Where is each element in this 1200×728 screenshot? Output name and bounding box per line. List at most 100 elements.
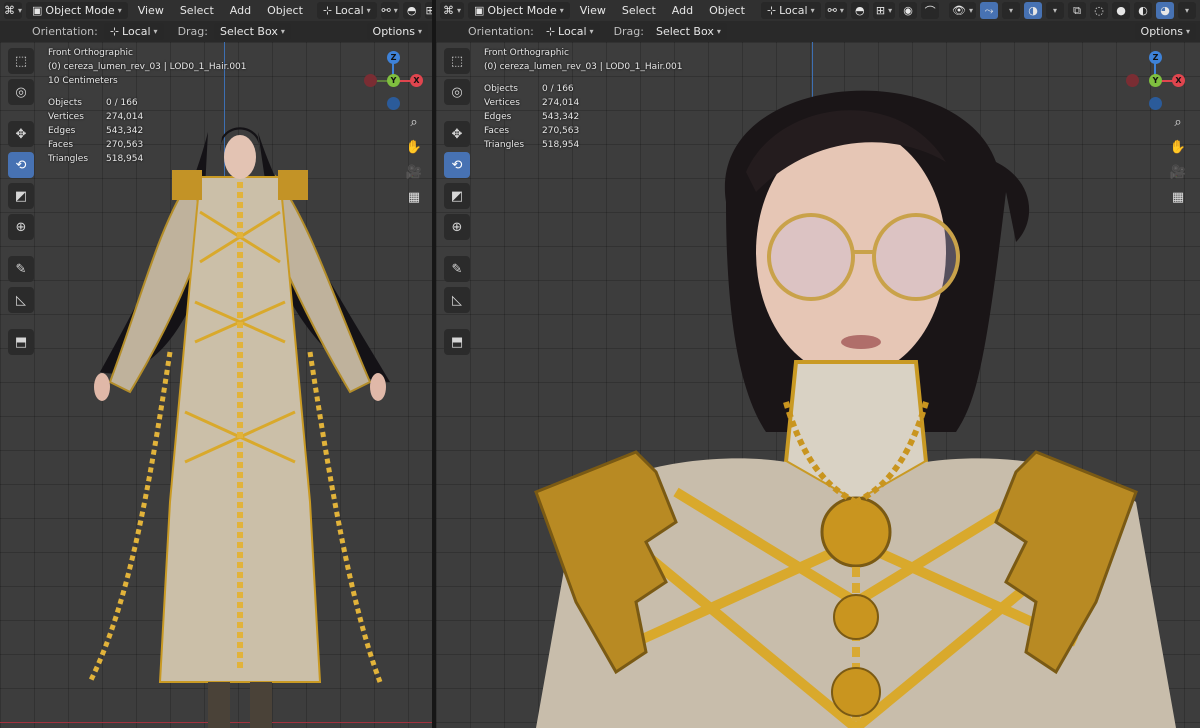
navigation-gizmo-left[interactable]: X Z Y	[358, 46, 428, 116]
transform-icon[interactable]: ⊕	[8, 214, 34, 240]
add-cube-icon[interactable]: ⬒	[444, 329, 470, 355]
gizmo-toggle[interactable]: ⤳	[980, 2, 999, 19]
pivot-button[interactable]: ⚯ ▾	[824, 2, 847, 19]
shading-dropdown[interactable]: ▾	[1178, 2, 1197, 19]
menu-view[interactable]: View	[132, 4, 170, 17]
x-axis-ball[interactable]: X	[410, 74, 423, 87]
mode-dropdown[interactable]: ▣ Object Mode ▾	[468, 2, 570, 19]
menu-select[interactable]: Select	[616, 4, 662, 17]
editor-type-button[interactable]: ⌘ ▾	[440, 2, 465, 19]
measure-icon[interactable]: ◺	[8, 287, 34, 313]
proportional-edit-toggle[interactable]: ◉	[899, 2, 918, 19]
overlay-toggle[interactable]: ◑	[1024, 2, 1043, 19]
xray-toggle[interactable]: ⧉	[1068, 2, 1087, 19]
y-axis-ball[interactable]: Y	[387, 74, 400, 87]
scale-icon[interactable]: ◩	[8, 183, 34, 209]
navigation-gizmo-right[interactable]: X Z Y	[1120, 46, 1190, 116]
select-box-icon[interactable]: ⬚	[8, 48, 34, 74]
hand-pan-icon[interactable]: ✋	[1168, 137, 1188, 157]
grid-scale: 10 Centimeters	[48, 76, 118, 86]
measure-icon[interactable]: ◺	[444, 287, 470, 313]
rotate-icon[interactable]: ⟲	[444, 152, 470, 178]
shading-material[interactable]: ◐	[1134, 2, 1153, 19]
snap-type-button[interactable]: ⊞▾	[424, 2, 432, 19]
menu-add[interactable]: Add	[666, 4, 699, 17]
x-axis-ball[interactable]: X	[1172, 74, 1185, 87]
rotate-icon[interactable]: ⟲	[8, 152, 34, 178]
drag-label: Drag:	[177, 25, 208, 38]
shading-wireframe[interactable]: ◌	[1090, 2, 1109, 19]
move-icon[interactable]: ✥	[8, 121, 34, 147]
options-dropdown[interactable]: Options ▾	[1134, 23, 1196, 40]
move-icon[interactable]: ✥	[444, 121, 470, 147]
hand-pan-icon[interactable]: ✋	[404, 137, 424, 157]
drag-dropdown[interactable]: Select Box ▾	[649, 23, 727, 40]
drag-value: Select Box	[655, 25, 714, 38]
viewport-right[interactable]: ⌘ ▾ ▣ Object Mode ▾ View Select Add Object …	[436, 0, 1200, 728]
grid-icon[interactable]: ▦	[1168, 187, 1188, 207]
zoom-icon[interactable]: ⌕	[1168, 112, 1188, 132]
stat-value: 274,014	[106, 112, 144, 122]
editor-type-button[interactable]: ⌘ ▾	[4, 2, 22, 19]
options-dropdown[interactable]: Options ▾	[366, 23, 428, 40]
eye-icon: 👁	[952, 4, 966, 17]
neg-x-axis-ball[interactable]	[1126, 74, 1139, 87]
annotate-icon[interactable]: ✎	[444, 256, 470, 282]
drag-dropdown[interactable]: Select Box ▾	[213, 23, 291, 40]
stat-value: 518,954	[106, 154, 144, 164]
stat-value: 270,563	[106, 140, 144, 150]
stat-value: 543,342	[542, 112, 580, 122]
falloff-button[interactable]: ⌒	[921, 2, 940, 19]
add-cube-icon[interactable]: ⬒	[8, 329, 34, 355]
menu-select[interactable]: Select	[174, 4, 220, 17]
viewport-header-right: ⌘ ▾ ▣ Object Mode ▾ View Select Add Object …	[436, 0, 1200, 21]
y-axis-ball[interactable]: Y	[1149, 74, 1162, 87]
z-axis-ball[interactable]: Z	[1149, 51, 1162, 64]
view-name: Front Orthographic	[48, 48, 133, 58]
cursor-icon[interactable]: ◎	[444, 79, 470, 105]
select-box-icon[interactable]: ⬚	[444, 48, 470, 74]
neg-z-axis-ball[interactable]	[387, 97, 400, 110]
menu-view[interactable]: View	[574, 4, 612, 17]
drag-value: Select Box	[219, 25, 278, 38]
menu-add[interactable]: Add	[224, 4, 257, 17]
neg-z-axis-ball[interactable]	[1149, 97, 1162, 110]
shading-rendered[interactable]: ◕	[1156, 2, 1175, 19]
snap-toggle[interactable]: ◓	[850, 2, 869, 19]
transform-orientation-dropdown[interactable]: ⊹ Local ▾	[760, 2, 821, 19]
menu-object[interactable]: Object	[261, 4, 309, 17]
camera-icon[interactable]: 🎥	[404, 162, 424, 182]
camera-icon[interactable]: 🎥	[1168, 162, 1188, 182]
snap-toggle[interactable]: ◓	[402, 2, 421, 19]
orientation-value: Local	[558, 25, 587, 38]
stat-value: 270,563	[542, 126, 580, 136]
annotate-icon[interactable]: ✎	[8, 256, 34, 282]
z-axis-ball[interactable]: Z	[387, 51, 400, 64]
pivot-button[interactable]: ⚯ ▾	[380, 2, 399, 19]
mode-dropdown[interactable]: ▣ Object Mode ▾	[26, 2, 128, 19]
zoom-icon[interactable]: ⌕	[404, 112, 424, 132]
viewport-left[interactable]: ⌘ ▾ ▣ Object Mode ▾ View Select Add Object …	[0, 0, 432, 728]
tool-settings-left: Orientation: ⊹ Local ▾ Drag: Select Box ▾ O…	[0, 21, 432, 42]
viewport-header-left: ⌘ ▾ ▣ Object Mode ▾ View Select Add Object …	[0, 0, 432, 21]
options-label: Options	[1140, 25, 1183, 38]
orientation-dropdown[interactable]: ⊹ Local ▾	[103, 23, 164, 40]
snap-type-button[interactable]: ⊞▾	[872, 2, 896, 19]
transform-icon[interactable]: ⊕	[444, 214, 470, 240]
scale-icon[interactable]: ◩	[444, 183, 470, 209]
orientation-dropdown[interactable]: ⊹ Local ▾	[539, 23, 600, 40]
cursor-icon[interactable]: ◎	[8, 79, 34, 105]
menu-object[interactable]: Object	[703, 4, 751, 17]
grid-icon[interactable]: ▦	[404, 187, 424, 207]
gizmo-icon: ⤳	[984, 3, 994, 17]
shading-solid[interactable]: ●	[1112, 2, 1131, 19]
gizmo-dropdown[interactable]: ▾	[1002, 2, 1021, 19]
stat-label: Edges	[48, 126, 76, 136]
neg-x-axis-ball[interactable]	[364, 74, 377, 87]
orientation-label: Orientation:	[32, 25, 98, 38]
viewport-info-right: Front Orthographic (0) cereza_lumen_rev_…	[484, 46, 683, 152]
overlay-dropdown[interactable]: ▾	[1046, 2, 1065, 19]
visibility-button[interactable]: 👁 ▾	[949, 2, 977, 19]
orientation-axes-icon: ⊹	[109, 25, 120, 38]
transform-orientation-dropdown[interactable]: ⊹ Local ▾	[316, 2, 377, 19]
